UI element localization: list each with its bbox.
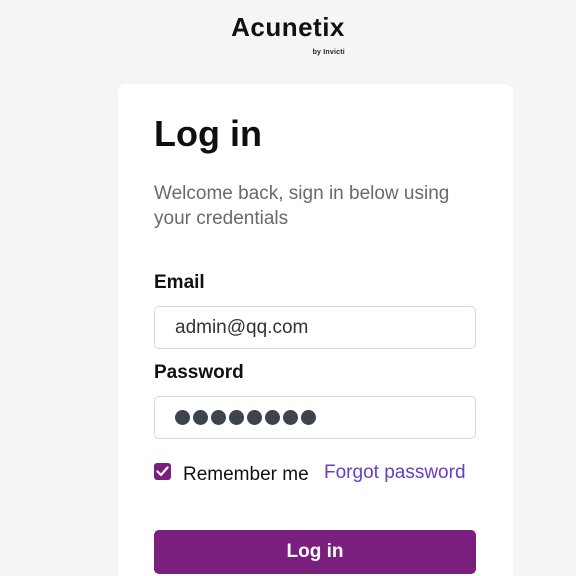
password-label: Password — [154, 362, 244, 383]
email-label: Email — [154, 272, 205, 293]
remember-me[interactable]: Remember me — [154, 460, 309, 486]
password-mask-dot — [193, 410, 208, 425]
page-title: Log in — [154, 113, 262, 154]
remember-checkbox[interactable] — [154, 462, 171, 480]
remember-label: Remember me — [183, 464, 309, 485]
password-mask-dot — [211, 410, 226, 425]
logo-wordmark: Acunetix by Invicti — [231, 12, 345, 56]
logo-tagline: by Invicti — [312, 49, 345, 56]
password-mask-dot — [229, 410, 244, 425]
login-page: Acunetix by Invicti Log in Welcome back,… — [0, 0, 576, 576]
email-field[interactable] — [154, 306, 476, 349]
brand-logo: Acunetix by Invicti — [0, 12, 576, 56]
password-mask-dot — [247, 410, 262, 425]
login-subtitle: Welcome back, sign in below using your c… — [154, 183, 450, 229]
password-mask-dot — [301, 410, 316, 425]
password-mask-dot — [265, 410, 280, 425]
password-field[interactable] — [154, 396, 476, 439]
password-mask-dot — [283, 410, 298, 425]
login-button[interactable]: Log in — [154, 530, 476, 574]
forgot-password-link[interactable]: Forgot password — [324, 462, 466, 484]
checkmark-icon — [156, 465, 169, 476]
password-mask-dot — [175, 410, 190, 425]
